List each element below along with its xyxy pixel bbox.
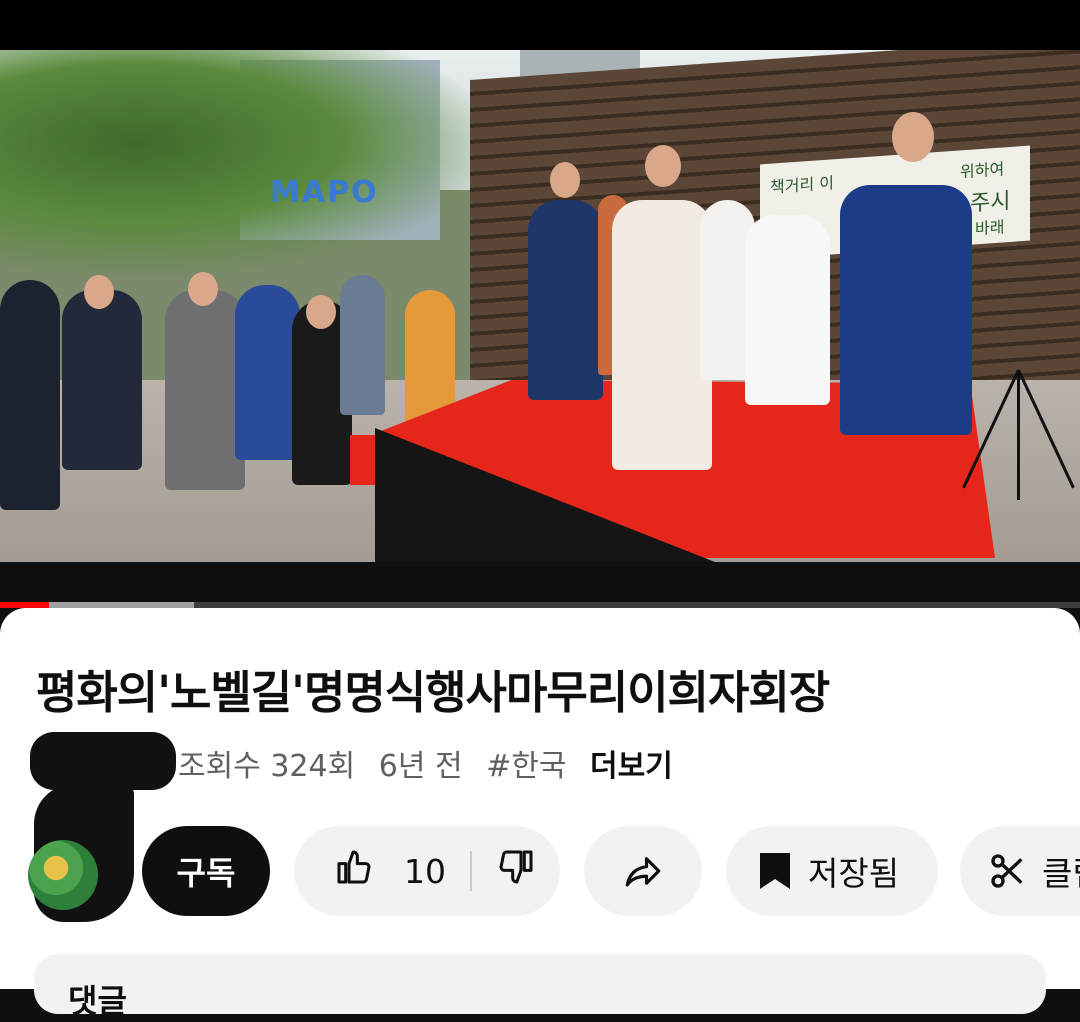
video-person	[340, 275, 385, 415]
clip-button[interactable]: 클립	[960, 826, 1080, 916]
view-count: 조회수 324회	[178, 749, 356, 784]
save-button[interactable]: 저장됨	[726, 826, 938, 916]
video-head	[84, 275, 114, 309]
dislike-button[interactable]	[496, 847, 536, 895]
video-head	[306, 295, 336, 329]
like-count: 10	[404, 851, 446, 891]
banner-line: 바래	[975, 217, 1005, 239]
hashtag-link[interactable]: #한국	[486, 749, 566, 784]
video-player[interactable]: MAPO 책거리 이 위하여 주시 바래	[0, 50, 1080, 562]
video-person	[165, 290, 245, 490]
clip-label: 클립	[1042, 854, 1080, 893]
video-trees	[0, 50, 500, 280]
upload-age: 6년 전	[378, 749, 463, 784]
video-person-on-stage	[840, 185, 972, 435]
video-head	[188, 272, 218, 306]
video-tripod	[962, 310, 1075, 500]
redaction-mark	[30, 732, 176, 790]
video-speaker	[612, 200, 712, 470]
scissors-icon	[988, 851, 1028, 891]
video-person-on-stage	[745, 215, 830, 405]
comments-panel[interactable]: 댓글	[34, 954, 1046, 1020]
video-head	[892, 112, 934, 162]
like-dislike-group: 10	[294, 826, 560, 916]
banner-line: 책거리 이	[770, 173, 834, 197]
more-link[interactable]: 더보기	[590, 749, 673, 784]
like-divider	[470, 851, 472, 891]
video-head	[645, 145, 681, 187]
subscribe-button[interactable]: 구독	[142, 826, 270, 916]
video-title[interactable]: 평화의'노벨길'명명식행사마무리이희자회장	[36, 656, 830, 721]
share-button[interactable]	[584, 826, 702, 916]
channel-avatar[interactable]	[28, 840, 98, 910]
video-person	[0, 280, 60, 510]
video-info-sheet: 평화의'노벨길'명명식행사마무리이희자회장 조회수 324회 6년 전 #한국 …	[0, 608, 1080, 1020]
top-black-band	[0, 0, 1080, 50]
video-meta[interactable]: 조회수 324회 6년 전 #한국 더보기	[178, 741, 687, 785]
bookmark-icon	[758, 851, 792, 891]
thumbs-up-icon	[334, 847, 374, 895]
video-person	[62, 290, 142, 470]
like-button[interactable]: 10	[334, 847, 446, 895]
thumbs-down-icon	[496, 847, 536, 895]
video-mapo-sign: MAPO	[270, 175, 379, 210]
share-arrow-icon	[622, 850, 664, 892]
save-label: 저장됨	[808, 854, 900, 893]
video-person-on-stage	[528, 200, 603, 400]
video-person	[235, 285, 300, 460]
banner-line: 위하여	[960, 159, 1005, 182]
video-head	[550, 162, 580, 198]
comments-header: 댓글	[68, 982, 127, 1020]
